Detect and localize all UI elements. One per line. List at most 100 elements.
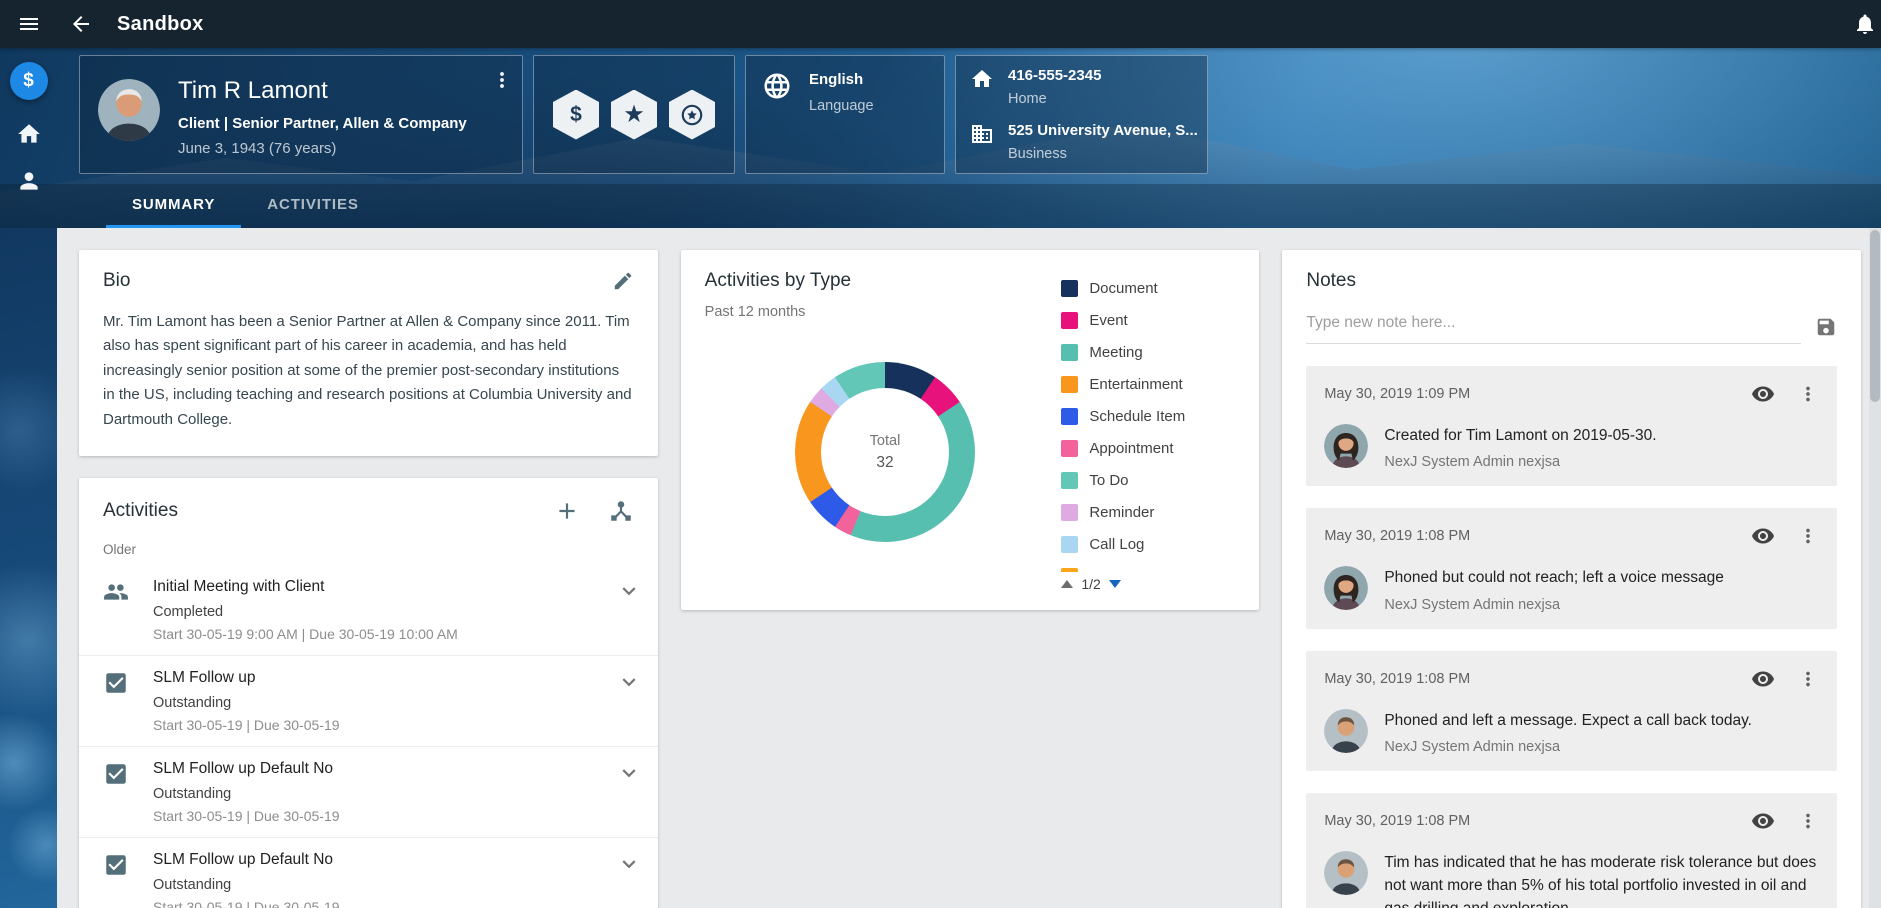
note-kebab-icon[interactable]	[1797, 383, 1819, 405]
activity-item[interactable]: SLM Follow up Outstanding Start 30-05-19…	[79, 655, 658, 746]
note-kebab-icon[interactable]	[1797, 668, 1819, 690]
note-text: Phoned but could not reach; left a voice…	[1384, 566, 1724, 589]
legend-item[interactable]: Entertainment	[1061, 368, 1237, 400]
eye-icon[interactable]	[1751, 809, 1775, 833]
bio-title: Bio	[103, 270, 130, 292]
legend-label: Event	[1089, 312, 1127, 329]
menu-icon[interactable]	[0, 12, 57, 36]
nav-home-icon[interactable]	[16, 121, 42, 147]
eye-icon[interactable]	[1751, 524, 1775, 548]
new-note-input[interactable]	[1306, 306, 1801, 344]
legend-item[interactable]: Reminder	[1061, 496, 1237, 528]
activities-card: Activities Older Initial Meeting with Cl…	[79, 478, 658, 908]
note-text: Created for Tim Lamont on 2019-05-30.	[1384, 424, 1656, 447]
bio-card: Bio Mr. Tim Lamont has been a Senior Par…	[79, 250, 658, 456]
column-middle: Activities by Type Past 12 months Total …	[681, 250, 1260, 908]
page-title: Sandbox	[117, 13, 204, 36]
chevron-down-icon[interactable]	[616, 669, 642, 733]
add-activity-icon[interactable]	[554, 498, 580, 524]
note-date: May 30, 2019 1:08 PM	[1324, 671, 1470, 687]
chevron-down-icon[interactable]	[616, 578, 642, 642]
people-icon	[103, 579, 129, 642]
legend-item[interactable]: Appointment	[1061, 432, 1237, 464]
activities-title: Activities	[103, 500, 178, 522]
legend-swatch	[1061, 280, 1078, 297]
donut-center: Total 32	[821, 388, 949, 516]
legend-swatch	[1061, 536, 1078, 553]
note-item: May 30, 2019 1:08 PM Phoned and left a m…	[1306, 651, 1837, 771]
legend-swatch	[1061, 440, 1078, 457]
globe-icon	[762, 71, 792, 101]
notifications-bell-icon[interactable]	[1853, 12, 1877, 36]
legend-item[interactable]: Meeting	[1061, 336, 1237, 368]
phone-number: 416-555-2345	[1008, 67, 1101, 84]
address-row[interactable]: 525 University Avenue, S... Business	[970, 122, 1193, 162]
activity-dates: Start 30-05-19 | Due 30-05-19	[153, 899, 608, 908]
activity-item[interactable]: SLM Follow up Default No Outstanding Sta…	[79, 837, 658, 908]
activity-item[interactable]: SLM Follow up Default No Outstanding Sta…	[79, 746, 658, 837]
eye-icon[interactable]	[1751, 382, 1775, 406]
activity-status: Outstanding	[153, 786, 608, 802]
legend-item[interactable]: Schedule Item	[1061, 400, 1237, 432]
page-up-icon[interactable]	[1061, 580, 1073, 588]
note-date: May 30, 2019 1:08 PM	[1324, 813, 1470, 829]
tab-activities[interactable]: ACTIVITIES	[241, 184, 385, 228]
legend-swatch	[1061, 376, 1078, 393]
profile-banner: Tim R Lamont Client | Senior Partner, Al…	[0, 48, 1881, 228]
legend-item[interactable]: Event	[1061, 304, 1237, 336]
hierarchy-icon[interactable]	[608, 498, 634, 524]
finance-fab-icon[interactable]: $	[10, 62, 48, 100]
legend-swatch	[1061, 504, 1078, 521]
legend-label: Schedule Item	[1089, 408, 1185, 425]
note-kebab-icon[interactable]	[1797, 810, 1819, 832]
tab-summary[interactable]: SUMMARY	[106, 184, 241, 228]
activity-item[interactable]: Initial Meeting with Client Completed St…	[79, 565, 658, 655]
activity-status: Completed	[153, 604, 608, 620]
top-app-bar: Sandbox	[0, 0, 1881, 48]
profile-card: Tim R Lamont Client | Senior Partner, Al…	[79, 55, 523, 174]
chevron-down-icon[interactable]	[616, 760, 642, 824]
seal-star-badge-icon[interactable]	[669, 90, 715, 140]
star-badge-icon[interactable]: ★	[611, 90, 657, 140]
save-note-icon[interactable]	[1815, 316, 1837, 344]
donut-total-value: 32	[876, 454, 893, 472]
legend-item[interactable]: To Do	[1061, 464, 1237, 496]
profile-kebab-icon[interactable]	[490, 68, 514, 92]
avatar	[1324, 566, 1368, 610]
note-kebab-icon[interactable]	[1797, 525, 1819, 547]
legend-label: Call Log	[1089, 536, 1144, 553]
legend-label: Entertainment	[1089, 376, 1182, 393]
note-date: May 30, 2019 1:09 PM	[1324, 386, 1470, 402]
legend-item[interactable]: Call Log	[1061, 528, 1237, 560]
notes-title: Notes	[1306, 270, 1837, 292]
vertical-scrollbar[interactable]	[1869, 228, 1881, 908]
legend-item[interactable]: Document	[1061, 272, 1237, 304]
activities-group-label: Older	[79, 524, 658, 565]
note-item: May 30, 2019 1:09 PM Created for Tim Lam…	[1306, 366, 1837, 486]
chevron-down-icon[interactable]	[616, 851, 642, 908]
avatar	[98, 79, 160, 141]
task-icon	[103, 670, 129, 733]
donut-chart[interactable]: Total 32	[795, 362, 975, 542]
phone-row[interactable]: 416-555-2345 Home	[970, 67, 1193, 107]
contact-name: Tim R Lamont	[178, 77, 467, 105]
nav-contacts-icon[interactable]	[16, 168, 42, 194]
activity-dates: Start 30-05-19 | Due 30-05-19	[153, 808, 608, 824]
legend-item[interactable]	[1061, 560, 1237, 572]
legend-swatch	[1061, 568, 1078, 573]
chart-legend: Document Event Meeting Entertainment Sch…	[1061, 272, 1237, 572]
dollar-badge-icon[interactable]: $	[553, 90, 599, 140]
note-text: Phoned and left a message. Expect a call…	[1384, 709, 1752, 732]
activity-title: SLM Follow up Default No	[153, 760, 608, 778]
avatar	[1324, 709, 1368, 753]
contact-info-card: 416-555-2345 Home 525 University Avenue,…	[955, 55, 1208, 174]
language-card[interactable]: English Language	[745, 55, 945, 174]
edit-pencil-icon[interactable]	[612, 270, 634, 292]
task-icon	[103, 761, 129, 824]
note-text: Tim has indicated that he has moderate r…	[1384, 851, 1819, 908]
eye-icon[interactable]	[1751, 667, 1775, 691]
back-arrow-icon[interactable]	[69, 12, 93, 36]
legend-label: To Do	[1089, 472, 1128, 489]
scrollbar-thumb[interactable]	[1870, 230, 1880, 402]
page-down-icon[interactable]	[1109, 580, 1121, 588]
